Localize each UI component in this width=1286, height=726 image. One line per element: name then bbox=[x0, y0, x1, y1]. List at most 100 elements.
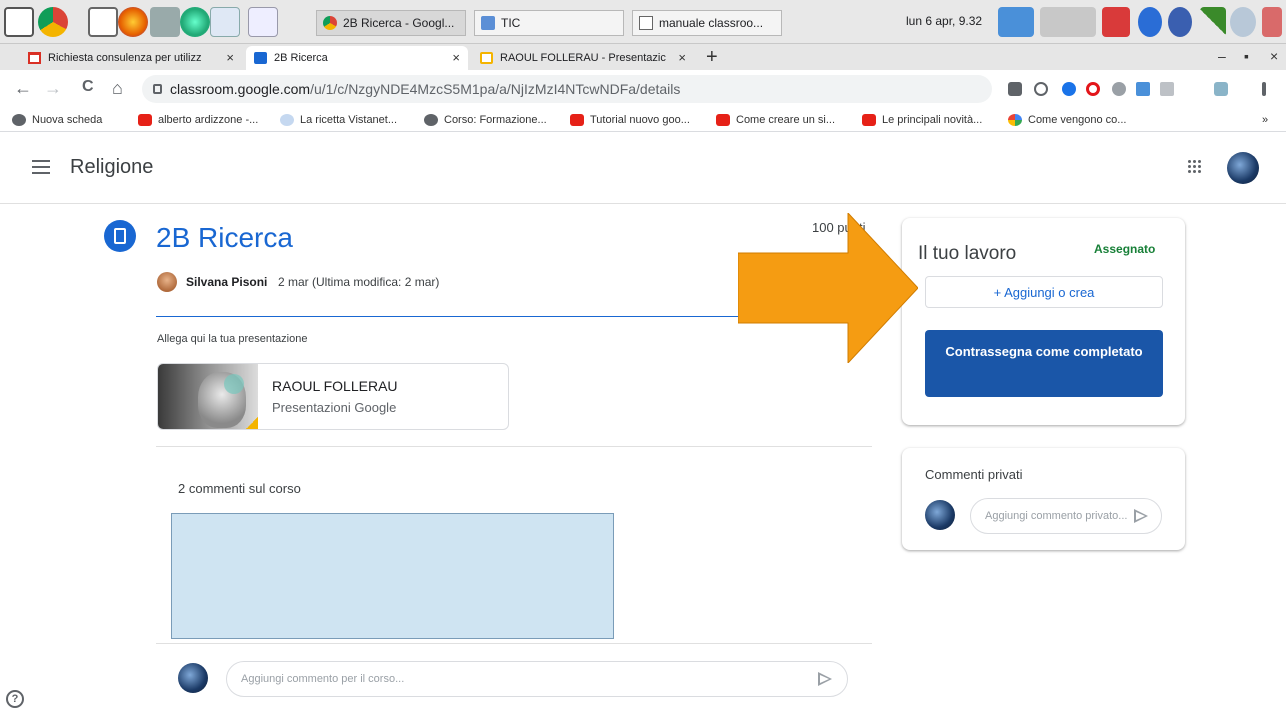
class-comments-link[interactable]: 2 commenti sul corso bbox=[178, 481, 301, 496]
author-avatar bbox=[157, 272, 177, 292]
session-icon[interactable] bbox=[1262, 7, 1282, 37]
bookmark-item[interactable]: La ricetta Vistanet... bbox=[280, 112, 397, 128]
shield-icon[interactable] bbox=[1168, 7, 1192, 37]
maximize-button[interactable]: ▪ bbox=[1244, 48, 1249, 64]
camera-app-icon[interactable] bbox=[150, 7, 180, 37]
taskbar-task-chrome[interactable]: 2B Ricerca - Googl... bbox=[316, 10, 466, 36]
redacted-area bbox=[171, 513, 614, 639]
document-icon bbox=[639, 16, 653, 30]
taskbar-task-document[interactable]: manuale classroo... bbox=[632, 10, 782, 36]
youtube-icon bbox=[570, 114, 584, 126]
send-icon[interactable] bbox=[1134, 509, 1148, 523]
extension-eye-icon[interactable] bbox=[1112, 82, 1126, 96]
system-clock[interactable]: lun 6 apr, 9.32 bbox=[906, 14, 982, 28]
new-tab-button[interactable]: + bbox=[706, 44, 718, 70]
extension-opera-icon[interactable] bbox=[1086, 82, 1100, 96]
divider bbox=[156, 643, 872, 644]
bookmark-item[interactable]: alberto ardizzone -... bbox=[138, 112, 258, 128]
assignment-title: 2B Ricerca bbox=[156, 222, 293, 253]
network-app-icon[interactable] bbox=[180, 7, 210, 37]
attachment-card[interactable]: RAOUL FOLLERAU Presentazioni Google bbox=[157, 363, 509, 430]
your-work-title: Il tuo lavoro bbox=[918, 243, 1017, 264]
mark-as-done-button[interactable]: Contrassegna come completato bbox=[925, 330, 1163, 397]
tab-label: 2B Ricerca bbox=[274, 52, 328, 64]
bookmark-label: Come vengono co... bbox=[1028, 114, 1127, 126]
chrome-tray-icon[interactable] bbox=[998, 7, 1034, 37]
back-button[interactable]: ← bbox=[14, 78, 32, 99]
extension-grid-icon[interactable] bbox=[1160, 82, 1174, 96]
bookmark-item[interactable]: Come vengono co... bbox=[1008, 112, 1126, 128]
bookmark-star-icon[interactable] bbox=[1034, 82, 1048, 96]
close-icon[interactable]: × bbox=[452, 46, 460, 70]
tab-slides[interactable]: RAOUL FOLLERAU - Presentazic × bbox=[472, 46, 694, 70]
profile-icon[interactable] bbox=[1214, 82, 1228, 96]
tab-label: RAOUL FOLLERAU - Presentazic bbox=[500, 52, 666, 64]
minimize-button[interactable]: – bbox=[1218, 48, 1226, 64]
taskbar-task-label: manuale classroo... bbox=[659, 16, 764, 30]
taskbar-task-folder[interactable]: TIC bbox=[474, 10, 624, 36]
volume-icon[interactable] bbox=[1230, 7, 1256, 37]
lock-icon bbox=[153, 84, 162, 94]
youtube-icon bbox=[138, 114, 152, 126]
add-or-create-button[interactable]: + Aggiungi o crea bbox=[925, 276, 1163, 308]
chrome-launcher-icon[interactable] bbox=[38, 7, 68, 37]
status-badge: Assegnato bbox=[1094, 242, 1156, 256]
forward-button[interactable]: → bbox=[44, 78, 62, 99]
bookmark-label: alberto ardizzone -... bbox=[158, 114, 259, 126]
assignment-instructions: Allega qui la tua presentazione bbox=[157, 333, 308, 345]
bookmarks-overflow[interactable]: » bbox=[1262, 112, 1268, 128]
annotation-arrow bbox=[738, 213, 918, 363]
help-icon[interactable]: ? bbox=[6, 690, 24, 708]
class-comment-input[interactable]: Aggiungi commento per il corso... bbox=[226, 661, 848, 697]
tab-label: Richiesta consulenza per utilizz bbox=[48, 52, 202, 64]
attachment-type: Presentazioni Google bbox=[272, 400, 397, 415]
globe-icon bbox=[12, 114, 26, 126]
address-bar[interactable]: classroom.google.com/u/1/c/NzgyNDE4MzcS5… bbox=[142, 75, 992, 103]
globe-icon bbox=[424, 114, 438, 126]
slides-icon bbox=[480, 52, 493, 64]
menu-icon[interactable] bbox=[32, 160, 50, 174]
account-avatar[interactable] bbox=[1227, 152, 1259, 184]
bookmark-item[interactable]: Le principali novità... bbox=[862, 112, 982, 128]
bookmark-item[interactable]: Tutorial nuovo goo... bbox=[570, 112, 690, 128]
folder-icon bbox=[481, 16, 495, 30]
youtube-icon bbox=[862, 114, 876, 126]
youtube-icon bbox=[716, 114, 730, 126]
url-domain: classroom.google.com bbox=[170, 81, 311, 97]
send-icon[interactable] bbox=[818, 672, 832, 686]
screenshot-app-icon[interactable] bbox=[248, 7, 278, 37]
power-icon[interactable] bbox=[1102, 7, 1130, 37]
menu-kebab-icon[interactable] bbox=[1262, 82, 1266, 96]
bluetooth-icon[interactable] bbox=[1138, 7, 1162, 37]
close-window-button[interactable]: × bbox=[1270, 48, 1278, 64]
comment-app-icon[interactable] bbox=[4, 7, 34, 37]
taskbar-task-label: 2B Ricerca - Googl... bbox=[343, 16, 455, 30]
slides-thumbnail bbox=[158, 364, 258, 429]
file-manager-icon[interactable] bbox=[88, 7, 118, 37]
close-icon[interactable]: × bbox=[226, 46, 234, 70]
bookmark-item[interactable]: Come creare un si... bbox=[716, 112, 835, 128]
notes-app-icon[interactable] bbox=[210, 7, 240, 37]
extension-pen-icon[interactable] bbox=[1136, 82, 1150, 96]
translate-icon[interactable] bbox=[1008, 82, 1022, 96]
tab-classroom[interactable]: 2B Ricerca × bbox=[246, 46, 468, 70]
signal-strength-icon[interactable] bbox=[1200, 7, 1226, 37]
google-icon bbox=[1008, 114, 1022, 126]
tab-gmail[interactable]: Richiesta consulenza per utilizz × bbox=[20, 46, 242, 70]
app-header: Religione bbox=[0, 132, 1286, 204]
bookmark-item[interactable]: Nuova scheda bbox=[12, 112, 102, 128]
apps-grid-icon[interactable] bbox=[1188, 160, 1202, 174]
firefox-icon[interactable] bbox=[118, 7, 148, 37]
assignment-icon bbox=[104, 220, 136, 252]
extension-blue-icon[interactable] bbox=[1062, 82, 1076, 96]
home-button[interactable]: ⌂ bbox=[112, 78, 123, 99]
close-icon[interactable]: × bbox=[678, 46, 686, 70]
attachment-name: RAOUL FOLLERAU bbox=[272, 378, 398, 394]
commenter-avatar bbox=[925, 500, 955, 530]
bookmark-label: Tutorial nuovo goo... bbox=[590, 114, 690, 126]
commenter-avatar bbox=[178, 663, 208, 693]
bookmark-item[interactable]: Corso: Formazione... bbox=[424, 112, 547, 128]
class-name[interactable]: Religione bbox=[70, 156, 153, 179]
reload-button[interactable]: C bbox=[82, 78, 94, 96]
blog-icon bbox=[280, 114, 294, 126]
